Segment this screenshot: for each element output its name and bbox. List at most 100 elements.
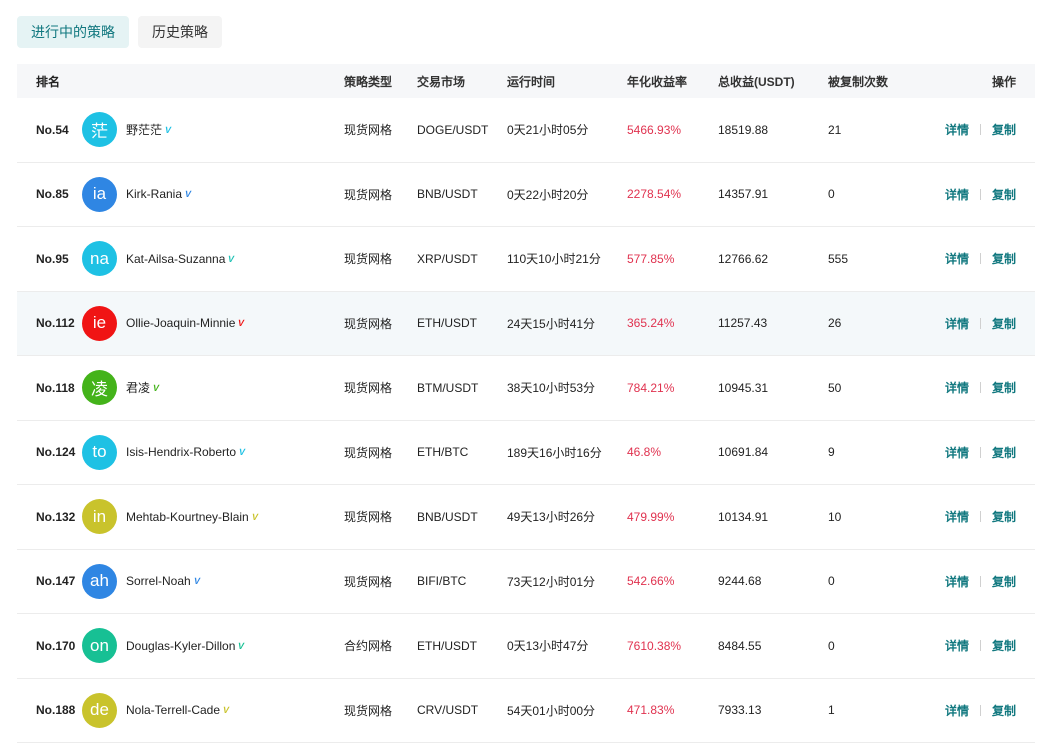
copy-count: 9 <box>828 445 835 459</box>
annual-yield: 577.85% <box>627 252 674 266</box>
copy-count: 21 <box>828 123 841 137</box>
tab-active-strategies[interactable]: 进行中的策略 <box>17 16 129 48</box>
avatar: in <box>82 499 117 534</box>
user-name[interactable]: Nola-Terrell-Cade <box>126 703 220 717</box>
table-row: No.112 ie Ollie-Joaquin-Minnie V 现货网格 ET… <box>17 292 1035 357</box>
header-type: 策略类型 <box>344 73 392 90</box>
annual-yield: 542.66% <box>627 574 674 588</box>
action-divider <box>980 382 981 393</box>
user-cell[interactable]: 茫 野茫茫 V <box>82 112 171 147</box>
action-divider <box>980 253 981 264</box>
user-name[interactable]: Isis-Hendrix-Roberto <box>126 445 236 459</box>
copy-link[interactable]: 复制 <box>992 702 1016 719</box>
vip-badge-icon: V <box>227 254 235 264</box>
user-cell[interactable]: in Mehtab-Kourtney-Blain V <box>82 499 258 534</box>
total-profit: 9244.68 <box>718 574 761 588</box>
vip-badge-icon: V <box>152 383 160 393</box>
avatar: on <box>82 628 117 663</box>
rank-label: No.170 <box>36 639 75 653</box>
detail-link[interactable]: 详情 <box>945 379 969 396</box>
avatar: to <box>82 435 117 470</box>
vip-badge-icon: V <box>251 512 259 522</box>
user-name[interactable]: Kirk-Rania <box>126 187 182 201</box>
copy-link[interactable]: 复制 <box>992 508 1016 525</box>
avatar: ie <box>82 306 117 341</box>
avatar: 凌 <box>82 370 117 405</box>
user-name[interactable]: 野茫茫 <box>126 121 162 138</box>
trading-market: DOGE/USDT <box>417 123 488 137</box>
user-cell[interactable]: ah Sorrel-Noah V <box>82 564 200 599</box>
copy-link[interactable]: 复制 <box>992 315 1016 332</box>
user-name[interactable]: Ollie-Joaquin-Minnie <box>126 316 235 330</box>
user-cell[interactable]: de Nola-Terrell-Cade V <box>82 693 229 728</box>
copy-link[interactable]: 复制 <box>992 186 1016 203</box>
user-cell[interactable]: 凌 君凌 V <box>82 370 159 405</box>
copy-count: 555 <box>828 252 848 266</box>
header-runtime: 运行时间 <box>507 73 555 90</box>
table-row: No.147 ah Sorrel-Noah V 现货网格 BIFI/BTC 73… <box>17 550 1035 615</box>
strategy-type: 现货网格 <box>344 315 392 332</box>
tab-history-strategies[interactable]: 历史策略 <box>138 16 222 48</box>
copy-link[interactable]: 复制 <box>992 573 1016 590</box>
detail-link[interactable]: 详情 <box>945 573 969 590</box>
detail-link[interactable]: 详情 <box>945 444 969 461</box>
copy-link[interactable]: 复制 <box>992 121 1016 138</box>
trading-market: ETH/USDT <box>417 316 477 330</box>
avatar: de <box>82 693 117 728</box>
strategy-type: 现货网格 <box>344 379 392 396</box>
copy-link[interactable]: 复制 <box>992 637 1016 654</box>
detail-link[interactable]: 详情 <box>945 315 969 332</box>
table-row: No.124 to Isis-Hendrix-Roberto V 现货网格 ET… <box>17 421 1035 486</box>
rank-label: No.112 <box>36 316 75 330</box>
detail-link[interactable]: 详情 <box>945 508 969 525</box>
action-divider <box>980 705 981 716</box>
header-copy-count: 被复制次数 <box>828 73 888 90</box>
user-cell[interactable]: na Kat-Ailsa-Suzanna V <box>82 241 234 276</box>
user-cell[interactable]: ia Kirk-Rania V <box>82 177 191 212</box>
detail-link[interactable]: 详情 <box>945 186 969 203</box>
detail-link[interactable]: 详情 <box>945 637 969 654</box>
user-cell[interactable]: to Isis-Hendrix-Roberto V <box>82 435 245 470</box>
row-actions: 详情 复制 <box>945 702 1016 719</box>
copy-count: 26 <box>828 316 841 330</box>
row-actions: 详情 复制 <box>945 121 1016 138</box>
rank-label: No.85 <box>36 187 69 201</box>
strategy-type: 现货网格 <box>344 186 392 203</box>
copy-link[interactable]: 复制 <box>992 250 1016 267</box>
table-row: No.95 na Kat-Ailsa-Suzanna V 现货网格 XRP/US… <box>17 227 1035 292</box>
total-profit: 10691.84 <box>718 445 768 459</box>
run-time: 0天22小时20分 <box>507 186 588 203</box>
user-cell[interactable]: on Douglas-Kyler-Dillon V <box>82 628 244 663</box>
action-divider <box>980 318 981 329</box>
copy-count: 50 <box>828 381 841 395</box>
total-profit: 8484.55 <box>718 639 761 653</box>
trading-market: XRP/USDT <box>417 252 478 266</box>
copy-link[interactable]: 复制 <box>992 444 1016 461</box>
strategy-type: 现货网格 <box>344 508 392 525</box>
table-row: No.85 ia Kirk-Rania V 现货网格 BNB/USDT 0天22… <box>17 163 1035 228</box>
avatar: na <box>82 241 117 276</box>
vip-badge-icon: V <box>237 318 245 328</box>
action-divider <box>980 124 981 135</box>
rank-label: No.54 <box>36 123 69 137</box>
table-body: No.54 茫 野茫茫 V 现货网格 DOGE/USDT 0天21小时05分 5… <box>17 98 1035 743</box>
detail-link[interactable]: 详情 <box>945 250 969 267</box>
user-name[interactable]: Douglas-Kyler-Dillon <box>126 639 235 653</box>
user-name[interactable]: Mehtab-Kourtney-Blain <box>126 510 249 524</box>
user-name[interactable]: 君凌 <box>126 379 150 396</box>
total-profit: 10134.91 <box>718 510 768 524</box>
copy-count: 1 <box>828 703 835 717</box>
total-profit: 10945.31 <box>718 381 768 395</box>
row-actions: 详情 复制 <box>945 573 1016 590</box>
user-name[interactable]: Kat-Ailsa-Suzanna <box>126 252 225 266</box>
trading-market: BIFI/BTC <box>417 574 466 588</box>
user-cell[interactable]: ie Ollie-Joaquin-Minnie V <box>82 306 244 341</box>
row-actions: 详情 复制 <box>945 186 1016 203</box>
copy-link[interactable]: 复制 <box>992 379 1016 396</box>
copy-count: 10 <box>828 510 841 524</box>
detail-link[interactable]: 详情 <box>945 702 969 719</box>
detail-link[interactable]: 详情 <box>945 121 969 138</box>
user-name[interactable]: Sorrel-Noah <box>126 574 191 588</box>
rank-label: No.132 <box>36 510 75 524</box>
run-time: 189天16小时16分 <box>507 444 602 461</box>
